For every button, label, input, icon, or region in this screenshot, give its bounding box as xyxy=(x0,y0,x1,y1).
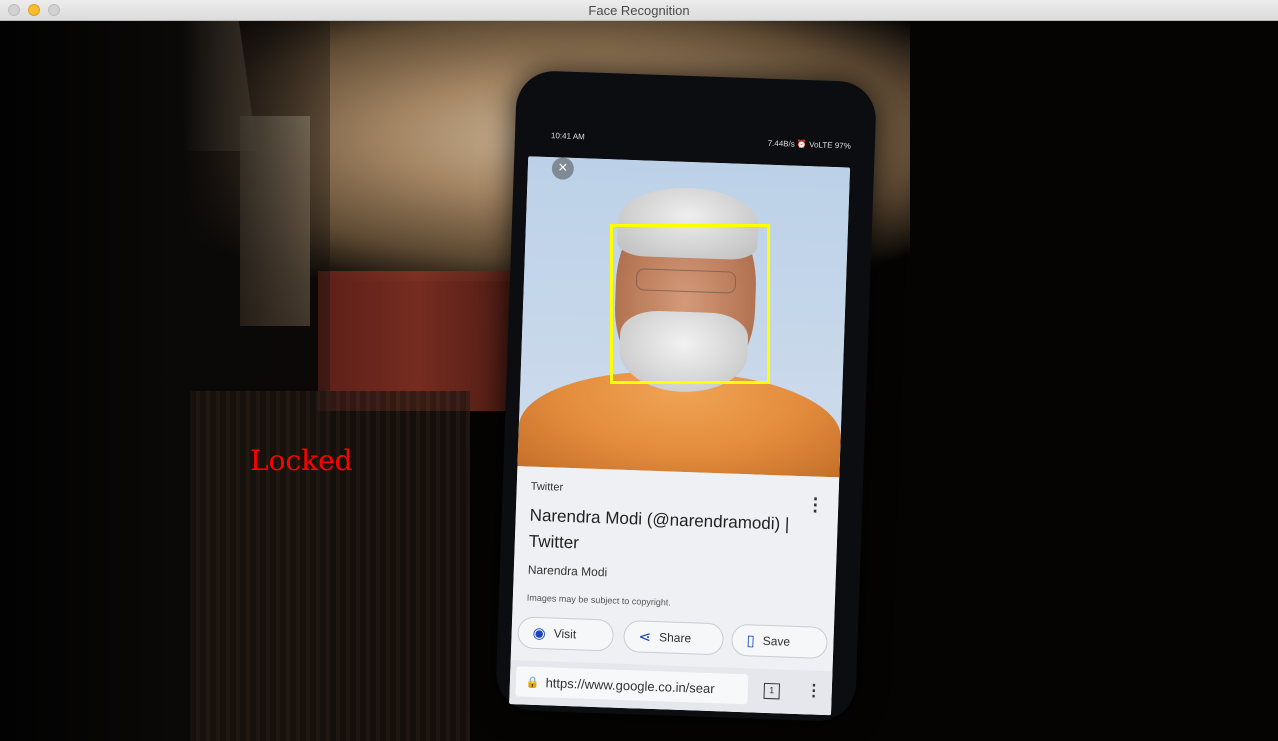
lock-icon: 🔒 xyxy=(525,676,540,689)
browser-toolbar: 🔒 https://www.google.co.in/sear 1 ⋮ xyxy=(509,660,833,716)
more-options-icon[interactable]: ⋮ xyxy=(806,494,825,516)
phone-status-bar: 10:41 AM 7.44B/s ⏰ VoLTE 97% xyxy=(551,129,851,153)
share-label: Share xyxy=(658,630,692,646)
window-title: Face Recognition xyxy=(588,3,690,18)
background-wall xyxy=(318,271,518,411)
phone-device: 10:41 AM 7.44B/s ⏰ VoLTE 97% × Twitter N… xyxy=(494,69,878,723)
url-text: https://www.google.co.in/sear xyxy=(545,674,715,696)
visit-button[interactable]: ◉ Visit xyxy=(517,616,615,652)
phone-clock: 10:41 AM xyxy=(550,131,585,142)
card-actions: ◉ Visit ⋖ Share ▯ Save xyxy=(511,616,834,663)
card-copyright-note: Images may be subject to copyright. xyxy=(526,592,672,608)
face-detection-box xyxy=(610,224,770,384)
url-field[interactable]: 🔒 https://www.google.co.in/sear xyxy=(515,666,749,705)
lock-status-label: Locked xyxy=(250,444,353,477)
card-title[interactable]: Narendra Modi (@narendramodi) | Twitter xyxy=(528,503,800,564)
share-icon: ⋖ xyxy=(638,628,652,646)
close-icon[interactable]: × xyxy=(551,157,575,180)
result-card: Twitter Narendra Modi (@narendramodi) | … xyxy=(509,466,840,716)
visit-label: Visit xyxy=(553,626,577,642)
window-titlebar: Face Recognition xyxy=(0,0,1278,21)
tab-switcher-button[interactable]: 1 xyxy=(763,682,781,700)
bookmark-icon: ▯ xyxy=(746,632,756,650)
phone-status-icons: 7.44B/s ⏰ VoLTE 97% xyxy=(767,138,851,151)
save-button[interactable]: ▯ Save xyxy=(730,623,829,660)
card-subtitle: Narendra Modi xyxy=(527,562,608,580)
share-button[interactable]: ⋖ Share xyxy=(623,619,725,656)
browser-menu-icon[interactable]: ⋮ xyxy=(805,680,822,701)
globe-icon: ◉ xyxy=(532,624,547,643)
card-source: Twitter xyxy=(530,480,564,494)
save-label: Save xyxy=(762,633,791,649)
